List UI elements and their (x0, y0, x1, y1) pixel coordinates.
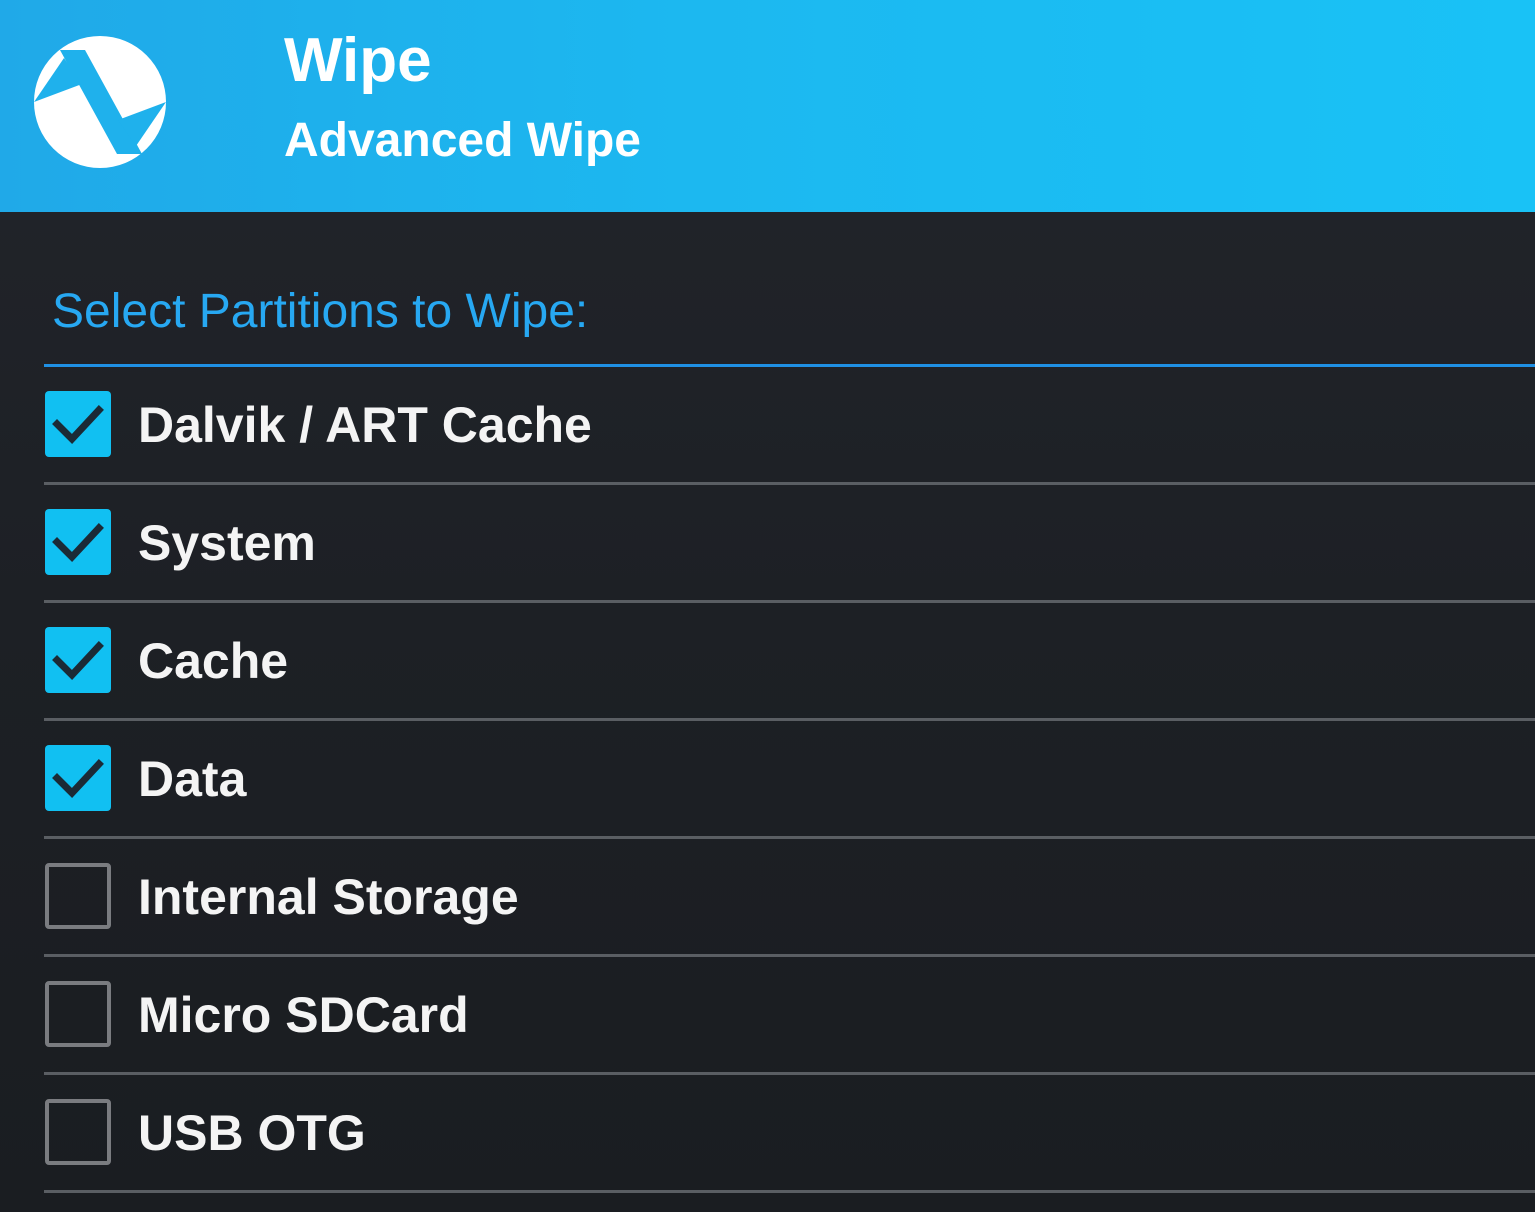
partition-label: Dalvik / ART Cache (138, 397, 592, 453)
partition-row-internal-storage[interactable]: Internal Storage (44, 839, 1535, 957)
partition-label: Internal Storage (138, 869, 519, 925)
page-title: Wipe (284, 26, 432, 95)
partition-label: USB OTG (138, 1105, 366, 1161)
partition-row-micro-sdcard[interactable]: Micro SDCard (44, 957, 1535, 1075)
checkbox-checked[interactable] (45, 509, 111, 575)
partition-label: Cache (138, 633, 289, 689)
twrp-screen: Wipe Advanced Wipe Select Partitions to … (0, 0, 1535, 1212)
checkbox-checked[interactable] (45, 745, 111, 811)
checkbox-checked[interactable] (45, 391, 111, 457)
checkbox-checked[interactable] (45, 627, 111, 693)
partition-label: Micro SDCard (138, 987, 469, 1043)
partition-row-cache[interactable]: Cache (44, 603, 1535, 721)
partition-row-usb-otg[interactable]: USB OTG (44, 1075, 1535, 1193)
partition-list: Dalvik / ART Cache System Cache Data Int… (44, 367, 1535, 1193)
page-subtitle: Advanced Wipe (284, 114, 641, 167)
checkbox-unchecked[interactable] (45, 981, 111, 1047)
checkmark-icon (52, 759, 104, 799)
checkmark-icon (52, 405, 104, 445)
section-heading: Select Partitions to Wipe: (52, 285, 589, 338)
partition-label: Data (138, 751, 247, 807)
header-bar: Wipe Advanced Wipe (0, 0, 1535, 212)
checkbox-unchecked[interactable] (45, 863, 111, 929)
twrp-logo-icon (34, 36, 166, 168)
partition-label: System (138, 515, 316, 571)
partition-row-system[interactable]: System (44, 485, 1535, 603)
checkbox-unchecked[interactable] (45, 1099, 111, 1165)
partition-row-dalvik-art-cache[interactable]: Dalvik / ART Cache (44, 367, 1535, 485)
checkmark-icon (52, 641, 104, 681)
partition-row-data[interactable]: Data (44, 721, 1535, 839)
checkmark-icon (52, 523, 104, 563)
